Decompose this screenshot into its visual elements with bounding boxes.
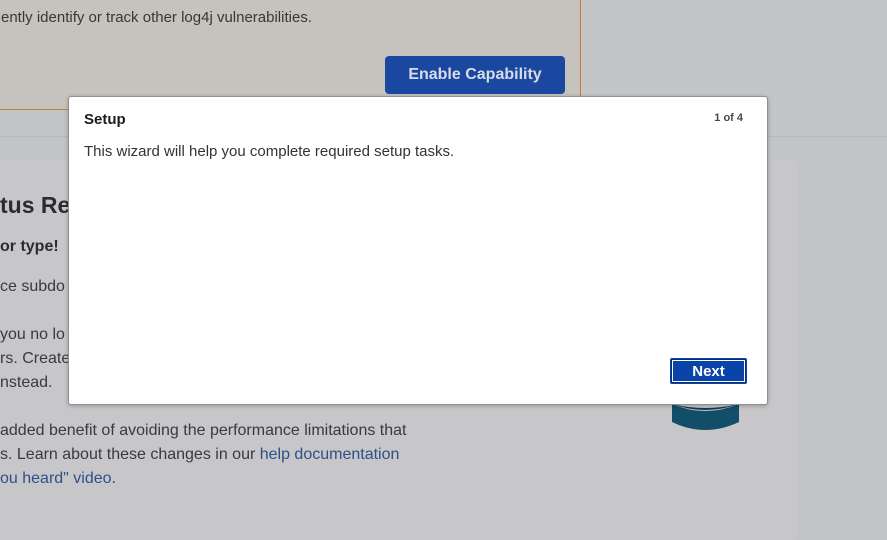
status-text-line: added benefit of avoiding the performanc…: [0, 422, 407, 439]
card-description: ently identify or track other log4j vuln…: [1, 9, 312, 26]
enable-capability-button[interactable]: Enable Capability: [385, 56, 565, 94]
next-button[interactable]: Next: [671, 359, 746, 383]
status-text-line: nstead.: [0, 374, 53, 391]
step-indicator: 1 of 4: [714, 112, 743, 124]
status-report-subtitle: or type!: [0, 238, 59, 255]
status-text-span: .: [111, 470, 116, 487]
log4j-capability-card: ently identify or track other log4j vuln…: [0, 0, 581, 110]
status-text-line: rs. Create: [0, 350, 71, 367]
status-text-line: ou heard" video.: [0, 470, 116, 488]
database-icon: [672, 404, 739, 430]
dialog-title: Setup: [84, 111, 126, 128]
status-text-span: s. Learn about these changes in our: [0, 446, 260, 463]
status-text-line: you no lo: [0, 326, 65, 343]
status-text-line: ce subdo: [0, 278, 65, 295]
video-link[interactable]: ou heard" video: [0, 470, 112, 487]
status-text-line: s. Learn about these changes in our help…: [0, 446, 399, 464]
setup-wizard-dialog: Setup 1 of 4 This wizard will help you c…: [68, 96, 768, 405]
dialog-message: This wizard will help you complete requi…: [84, 143, 455, 160]
help-documentation-link[interactable]: help documentation: [260, 446, 400, 463]
